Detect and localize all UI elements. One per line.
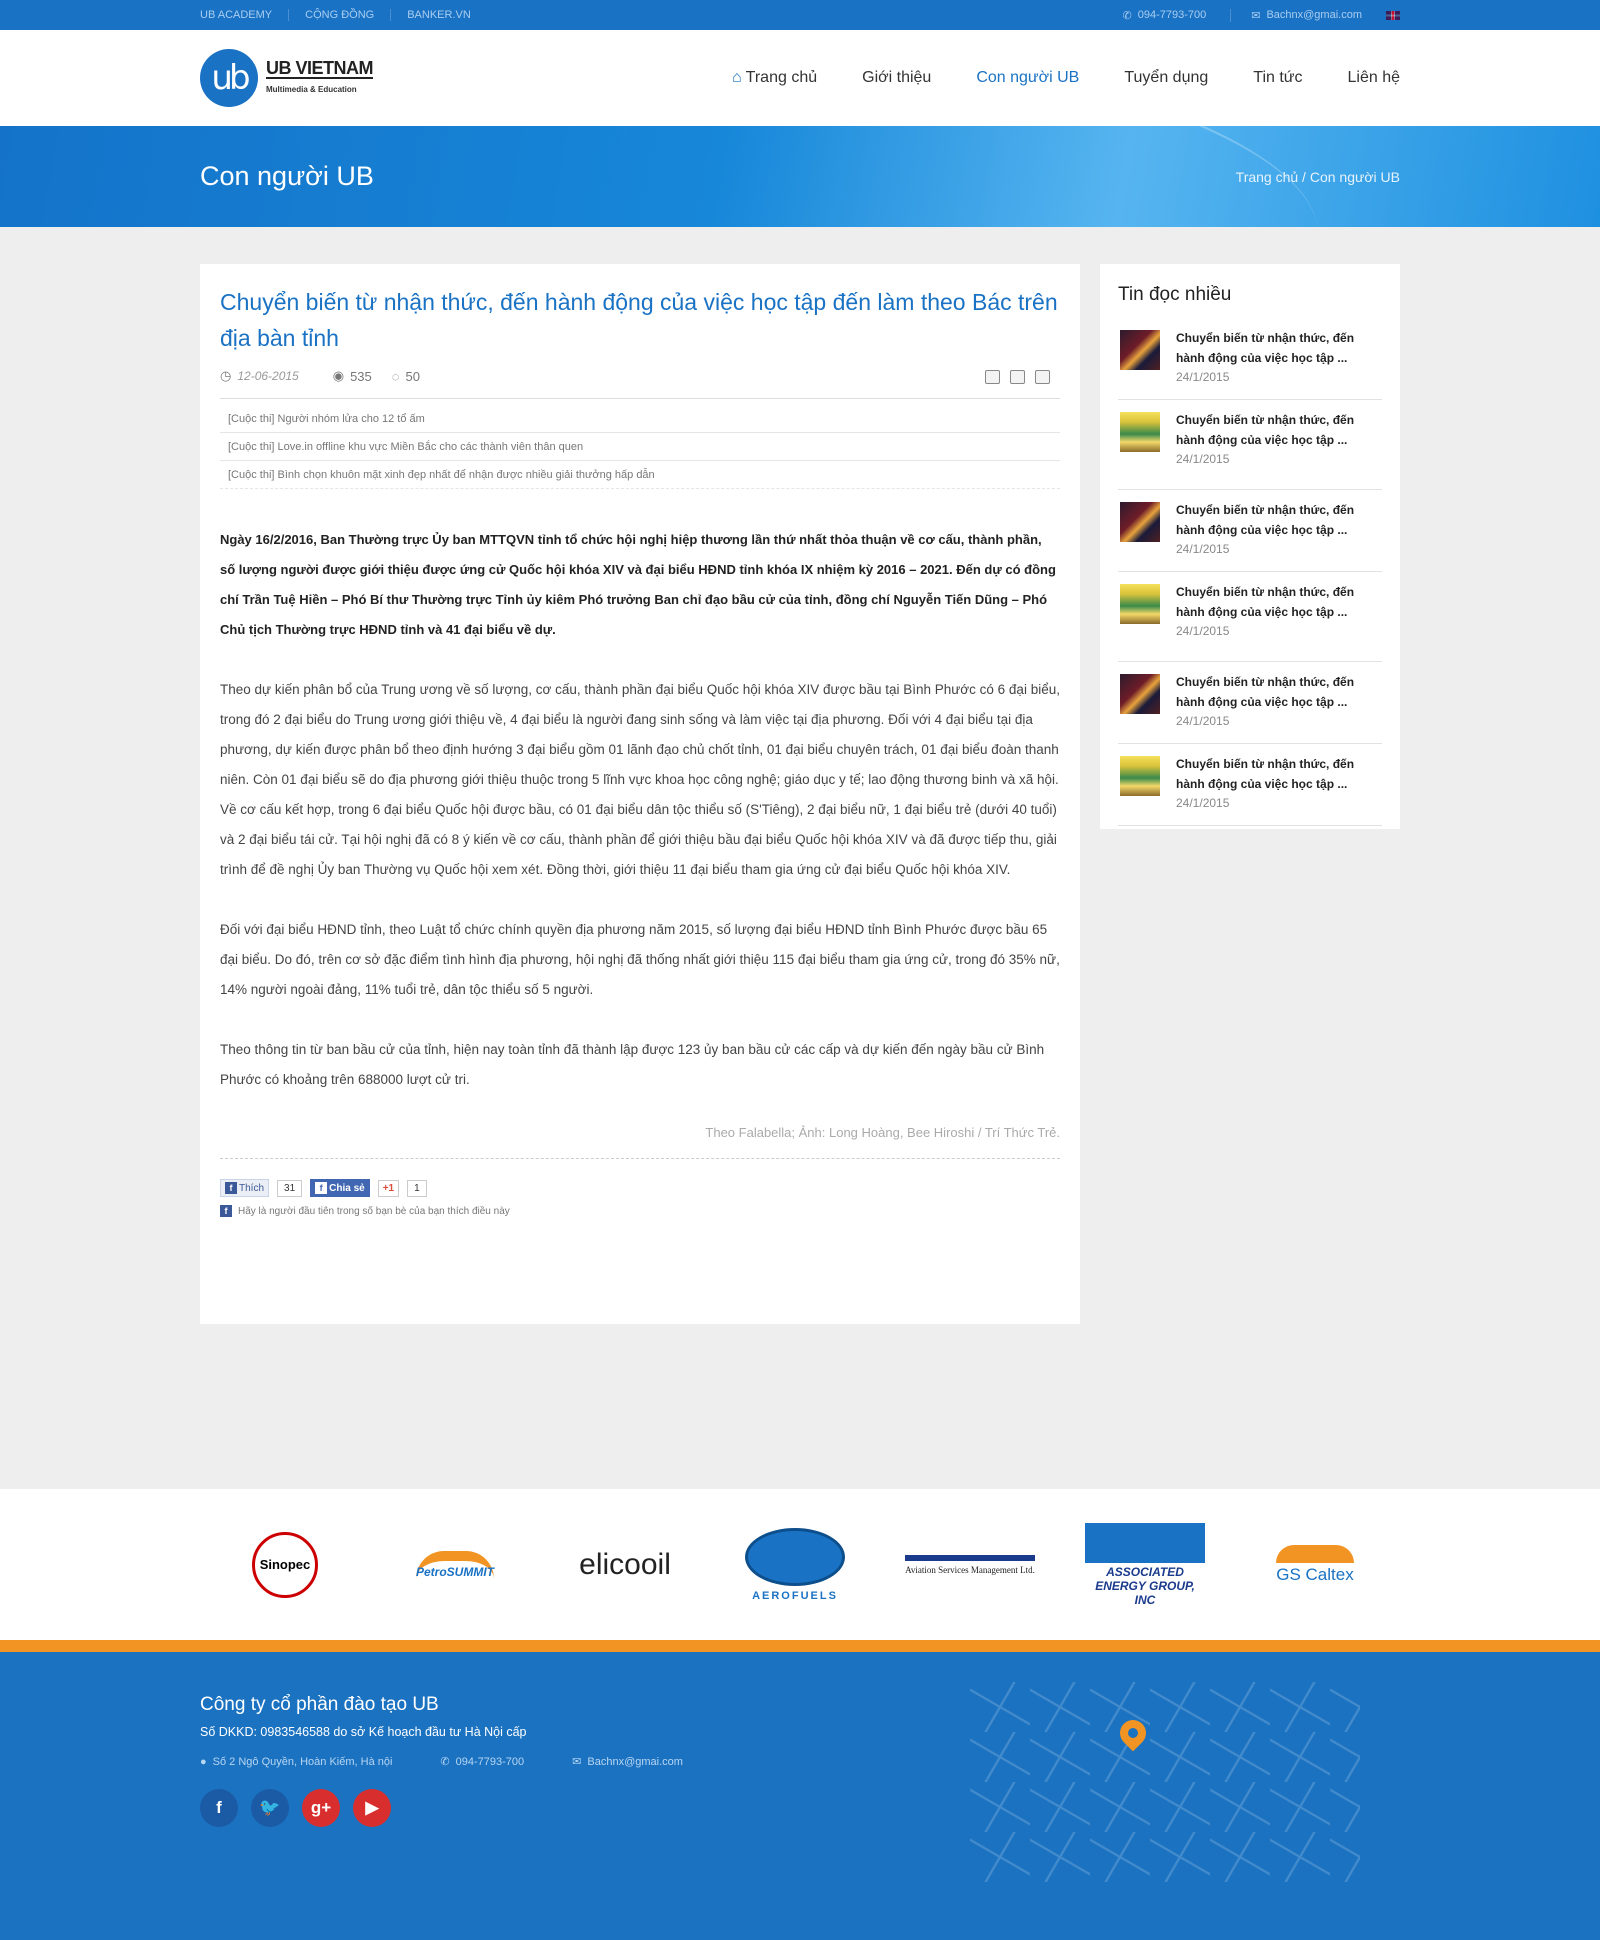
related-item[interactable]: [Cuộc thi] Bình chọn khuôn mặt xinh đẹp …: [220, 461, 1060, 489]
footer-address: ● Số 2 Ngô Quyền, Hoàn Kiếm, Hà nội: [200, 1755, 393, 1768]
header: ub UB VIETNAM Multimedia & Education ⌂ Tra…: [0, 30, 1600, 126]
facebook-share-button[interactable]: f Chia sẻ: [310, 1179, 370, 1197]
clock-icon: ◷: [220, 368, 232, 383]
facebook-like-button[interactable]: f Thích: [220, 1179, 270, 1197]
twitter-icon[interactable]: 🐦: [251, 1789, 289, 1827]
save-icon[interactable]: [1035, 370, 1050, 384]
phone-icon: ✆: [1122, 9, 1132, 22]
footer-email[interactable]: ✉ Bachnx@gmai.com: [572, 1755, 683, 1769]
like-count: 31: [277, 1179, 303, 1197]
article-title: Chuyển biến từ nhận thức, đến hành động …: [220, 289, 1058, 351]
comment-icon: ◌: [391, 368, 400, 384]
article-date: 12-06-2015: [237, 369, 299, 383]
news-thumbnail: [1120, 584, 1160, 624]
youtube-icon[interactable]: ▶: [353, 1789, 391, 1827]
facebook-icon: f: [225, 1182, 237, 1194]
logo[interactable]: ub UB VIETNAM Multimedia & Education: [200, 49, 374, 107]
email-article-icon[interactable]: [985, 370, 1000, 384]
article-paragraph: Theo dự kiến phân bổ của Trung ương về s…: [220, 682, 1060, 877]
nav-news[interactable]: Tin tức: [1253, 69, 1302, 87]
news-thumbnail: [1120, 674, 1160, 714]
gplus-count: 1: [407, 1179, 427, 1197]
link-banker[interactable]: BANKER.VN: [390, 9, 487, 21]
related-item[interactable]: [Cuộc thi] Love.in offline khu vực Miền …: [220, 433, 1060, 461]
related-item[interactable]: [Cuộc thi] Người nhóm lửa cho 12 tổ ấm: [220, 405, 1060, 433]
mail-icon: ✉: [1251, 9, 1261, 22]
news-thumbnail: [1120, 330, 1160, 370]
comment-count: 50: [405, 368, 420, 384]
aerofuels-globe-icon: [745, 1527, 845, 1586]
logo-name: UB VIETNAM: [266, 58, 374, 79]
sidebar-popular: Tin đọc nhiều Chuyển biến từ nhận thức, …: [1100, 264, 1400, 829]
partner-logo-associated[interactable]: ASSOCIATED ENERGY GROUP, INC: [1085, 1522, 1205, 1607]
top-bar: UB ACADEMY CỘNG ĐỒNG BANKER.VN ✆ 094-7793…: [0, 0, 1600, 30]
article: Chuyển biến từ nhận thức, đến hành động …: [200, 264, 1080, 1324]
google-plus-icon[interactable]: g+: [302, 1789, 340, 1827]
nav-people[interactable]: Con người UB: [976, 69, 1079, 87]
news-thumbnail: [1120, 502, 1160, 542]
news-item[interactable]: Chuyển biến từ nhận thức, đến hành động …: [1118, 400, 1382, 490]
news-thumbnail: [1120, 756, 1160, 796]
nav-contact[interactable]: Liên hệ: [1348, 69, 1401, 87]
facebook-icon: f: [315, 1182, 328, 1194]
article-source: Theo Falabella; Ảnh: Long Hoàng, Bee Hir…: [220, 1125, 1060, 1159]
view-count: 535: [350, 368, 372, 384]
home-icon: ⌂: [732, 69, 742, 86]
page-title: Con người UB: [200, 161, 374, 191]
sidebar-title: Tin đọc nhiều: [1118, 284, 1232, 305]
nav-about[interactable]: Giới thiệu: [862, 69, 931, 87]
footer-accent-bar: [0, 1640, 1600, 1652]
english-flag-icon[interactable]: [1386, 10, 1400, 20]
breadcrumb[interactable]: Trang chủ / Con người UB: [1236, 169, 1400, 185]
article-paragraph: Theo thông tin từ ban bầu cử của tỉnh, h…: [220, 1042, 1045, 1087]
page-banner: Con người UB Trang chủ / Con người UB: [0, 126, 1600, 227]
partner-logo-petrosummit[interactable]: PetroSUMMIT: [395, 1525, 515, 1605]
nav-home[interactable]: ⌂ Trang chủ: [732, 69, 817, 87]
news-thumbnail: [1120, 412, 1160, 452]
partner-logo-aerofuels[interactable]: AEROFUELS: [735, 1525, 855, 1605]
news-item[interactable]: Chuyển biến từ nhận thức, đến hành động …: [1118, 662, 1382, 744]
news-item[interactable]: Chuyển biến từ nhận thức, đến hành động …: [1118, 490, 1382, 572]
eye-icon: ◉: [332, 368, 345, 383]
logo-tagline: Multimedia & Education: [266, 85, 357, 94]
partner-logo-gscaltex[interactable]: GS Caltex: [1255, 1525, 1375, 1605]
link-cong-dong[interactable]: CỘNG ĐỒNG: [288, 9, 390, 21]
facebook-icon[interactable]: f: [200, 1789, 238, 1827]
facebook-icon: f: [220, 1205, 232, 1217]
partner-logo-elicooil[interactable]: elicooil: [565, 1525, 685, 1605]
article-lead: Ngày 16/2/2016, Ban Thường trực Ủy ban M…: [220, 532, 1056, 637]
link-ub-academy[interactable]: UB ACADEMY: [200, 9, 288, 21]
topbar-phone: ✆ 094-7793-700: [1122, 9, 1207, 22]
main-nav: ⌂ Trang chủ Giới thiệu Con người UB Tuyển…: [732, 69, 1400, 87]
nav-careers[interactable]: Tuyển dụng: [1124, 69, 1208, 87]
registration: Số DKKD: 0983546588 do sở Kế hoạch đầu t…: [200, 1725, 527, 1739]
partner-logo-asm[interactable]: Aviation Services Management Ltd.: [905, 1525, 1035, 1605]
social-share-bar: f Thích 31 f Chia sẻ +1 1: [220, 1179, 1060, 1197]
footer-phone: ✆ 094-7793-700: [440, 1755, 525, 1769]
article-meta: ◷ 12-06-2015 ◉ 535 ◌ 50: [220, 368, 1060, 399]
partner-logo-sinopec[interactable]: Sinopec: [225, 1525, 345, 1605]
phone-icon: ✆: [440, 1756, 450, 1768]
news-item[interactable]: Chuyển biến từ nhận thức, đến hành động …: [1118, 744, 1382, 826]
news-item[interactable]: Chuyển biến từ nhận thức, đến hành động …: [1118, 572, 1382, 662]
logo-mark: ub: [200, 49, 258, 107]
related-list: [Cuộc thi] Người nhóm lửa cho 12 tổ ấm […: [220, 405, 1060, 489]
topbar-email[interactable]: ✉ Bachnx@gmai.com: [1230, 8, 1362, 22]
print-icon[interactable]: [1010, 370, 1025, 384]
location-icon: ●: [200, 1755, 207, 1768]
google-plus-button[interactable]: +1: [377, 1179, 400, 1197]
partners-strip: Sinopec PetroSUMMIT elicooil AEROFUELS A…: [0, 1489, 1600, 1640]
company-name: Công ty cổ phần đào tạo UB: [200, 1694, 439, 1715]
mail-icon: ✉: [572, 1756, 582, 1768]
facebook-note: f Hãy là người đầu tiên trong số bạn bè c…: [220, 1205, 1060, 1217]
footer: Công ty cổ phần đào tạo UB Số DKKD: 0983…: [0, 1652, 1600, 1940]
news-item[interactable]: Chuyển biến từ nhận thức, đến hành động …: [1118, 318, 1382, 400]
article-paragraph: Đối với đại biểu HĐND tỉnh, theo Luật tổ…: [220, 922, 1060, 997]
